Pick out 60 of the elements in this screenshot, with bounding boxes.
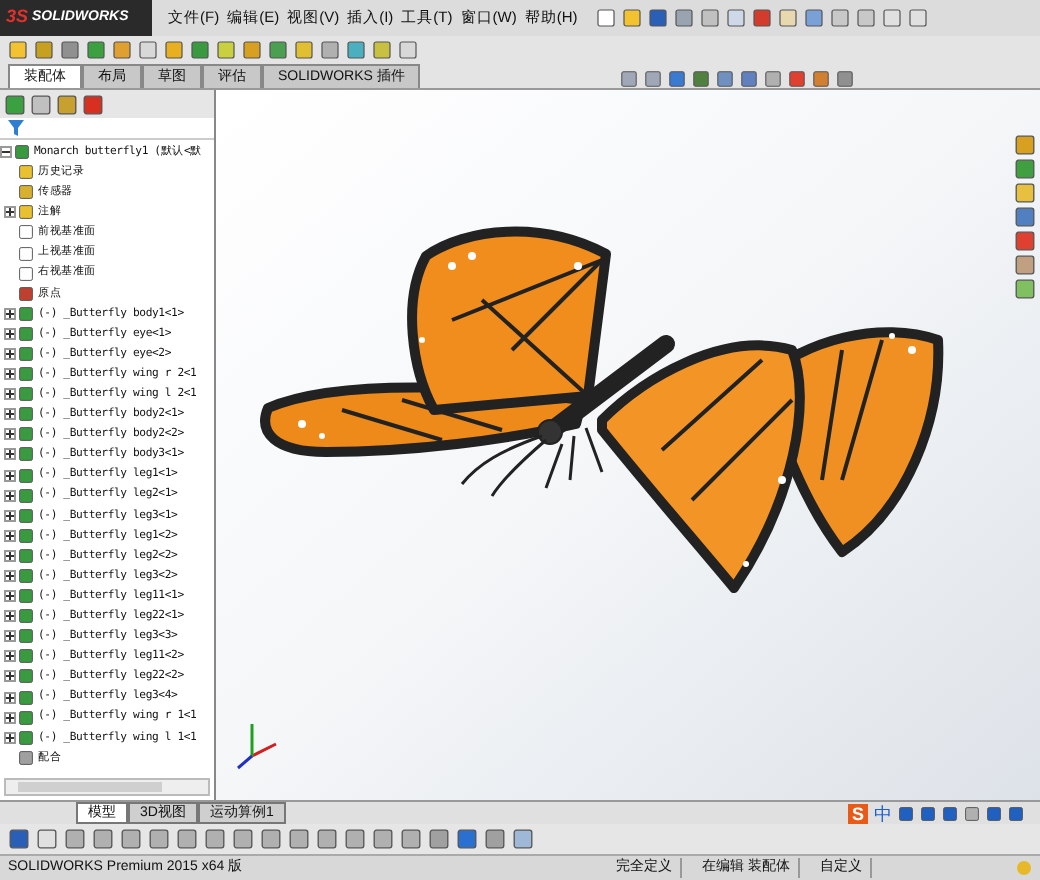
task-pane-icon[interactable] <box>1014 278 1036 300</box>
expand-toggle[interactable] <box>4 670 16 683</box>
expand-toggle[interactable] <box>4 388 16 401</box>
expand-toggle[interactable] <box>4 206 16 219</box>
sketch-tool-icon[interactable] <box>176 828 198 850</box>
expand-toggle[interactable] <box>4 529 16 542</box>
graphics-viewport[interactable] <box>216 90 1040 800</box>
expand-toggle[interactable] <box>4 650 16 663</box>
sketch-tool-icon[interactable] <box>204 828 226 850</box>
panel-tab-icon[interactable] <box>82 93 104 115</box>
logo-mark: 3S <box>6 4 29 31</box>
expand-toggle[interactable] <box>4 347 16 360</box>
sketch-tool-icon[interactable] <box>260 828 282 850</box>
task-pane-icon[interactable] <box>1014 158 1036 180</box>
sketch-tool-icon[interactable] <box>120 828 142 850</box>
sketch-tool-icon[interactable] <box>232 828 254 850</box>
task-pane-icon[interactable] <box>1014 254 1036 276</box>
task-pane-icon[interactable] <box>1014 182 1036 204</box>
expand-toggle[interactable] <box>4 307 16 320</box>
expand-toggle[interactable] <box>4 711 16 724</box>
expand-toggle[interactable] <box>4 570 16 583</box>
panel-tab-icon[interactable] <box>56 93 78 115</box>
sketch-tool-icon[interactable] <box>400 828 422 850</box>
horizontal-scrollbar[interactable] <box>4 778 210 796</box>
sketch-tool-icon[interactable] <box>36 828 58 850</box>
axis-triad-icon <box>237 724 277 770</box>
sketch-tool-icon[interactable] <box>92 828 114 850</box>
panel-tab-icon[interactable] <box>4 93 26 115</box>
expand-toggle[interactable] <box>4 469 16 482</box>
expand-toggle[interactable] <box>4 590 16 603</box>
sketch-tool-icon[interactable] <box>316 828 338 850</box>
expand-toggle[interactable] <box>4 368 16 381</box>
expand-toggle[interactable] <box>4 731 16 744</box>
sketch-tool-icon[interactable] <box>428 828 450 850</box>
expand-toggle[interactable] <box>4 408 16 421</box>
task-pane-icon[interactable] <box>1014 134 1036 156</box>
panel-tab-icon[interactable] <box>30 93 52 115</box>
sketch-tool-icon[interactable] <box>148 828 170 850</box>
sketch-tool-icon[interactable] <box>64 828 86 850</box>
expand-toggle[interactable] <box>4 448 16 461</box>
expand-toggle[interactable] <box>4 691 16 704</box>
collapse-toggle[interactable] <box>0 146 12 159</box>
ime-logo[interactable]: S <box>847 803 868 823</box>
expand-toggle[interactable] <box>4 489 16 502</box>
sketch-tool-icon[interactable] <box>512 828 534 850</box>
expand-toggle[interactable] <box>4 509 16 522</box>
sketch-tool-icon[interactable] <box>484 828 506 850</box>
expand-toggle[interactable] <box>4 549 16 562</box>
sketch-tool-icon[interactable] <box>8 828 30 850</box>
sketch-tool-icon[interactable] <box>344 828 366 850</box>
task-pane-icon[interactable] <box>1014 206 1036 228</box>
expand-toggle[interactable] <box>4 610 16 623</box>
ime-mode[interactable]: 中 <box>874 803 892 823</box>
sketch-tool-icon[interactable] <box>288 828 310 850</box>
expand-toggle[interactable] <box>4 630 16 643</box>
expand-toggle[interactable] <box>4 327 16 340</box>
expand-toggle[interactable] <box>4 428 16 441</box>
sketch-tool-icon[interactable] <box>456 828 478 850</box>
sketch-tool-icon[interactable] <box>372 828 394 850</box>
task-pane-icon[interactable] <box>1014 230 1036 252</box>
